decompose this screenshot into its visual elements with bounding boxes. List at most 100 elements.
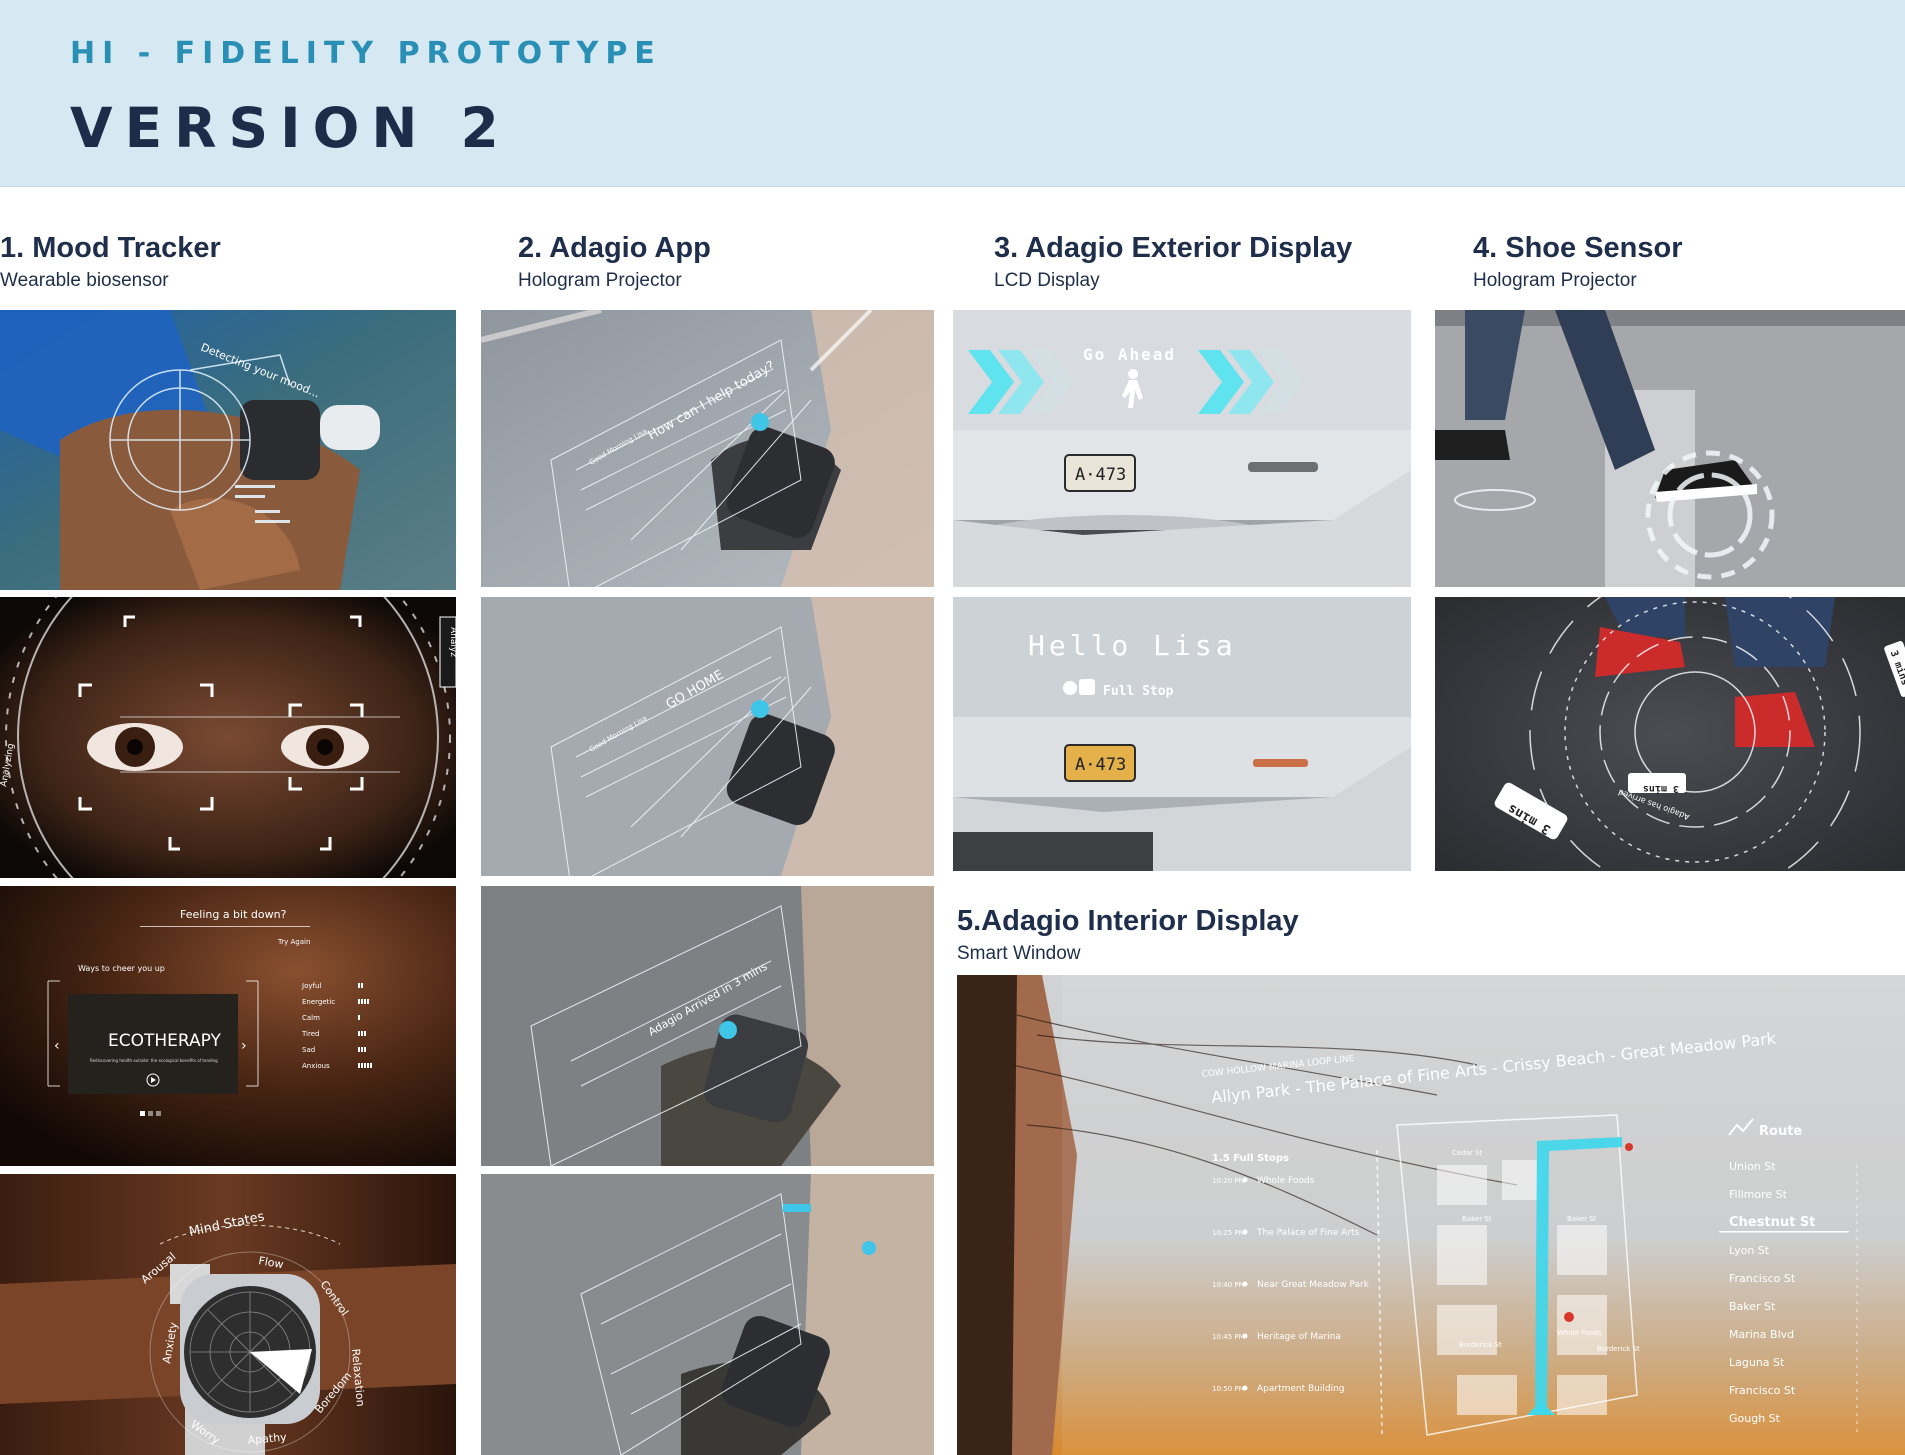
mood-bar: [358, 1031, 360, 1036]
stop-dot: [1242, 1385, 1248, 1391]
mood-item-energetic: Energetic: [302, 998, 335, 1006]
go-ahead-text: Go Ahead: [1083, 345, 1176, 364]
chevron-left-icon[interactable]: ‹: [54, 1038, 60, 1054]
stop-dot: [1242, 1281, 1248, 1287]
mood-item-joyful: Joyful: [301, 982, 321, 990]
location-pin-icon: [751, 413, 769, 431]
header-eyebrow: HI - FIDELITY PROTOTYPE: [70, 36, 662, 71]
mood-item-anxious: Anxious: [302, 1062, 330, 1070]
mood-item-calm: Calm: [302, 1014, 320, 1022]
street-item: Francisco St: [1729, 1384, 1796, 1397]
map-label: Borderick St: [1597, 1345, 1640, 1353]
shoe-sensor-title: 4. Shoe Sensor: [1473, 232, 1683, 264]
stop-name: Heritage of Marina: [1257, 1332, 1341, 1342]
mood-bar: [361, 1031, 363, 1036]
mood-panel-mind-states: Mind States Arousal Flow Control Relaxation…: [0, 1174, 456, 1455]
street-item: Marina Blvd: [1729, 1328, 1794, 1341]
stop-dot: [1242, 1177, 1248, 1183]
exterior-display-title: 3. Adagio Exterior Display: [994, 232, 1353, 264]
street-item: Lyon St: [1729, 1244, 1770, 1257]
mood-bar: [358, 983, 360, 988]
ways-label: Ways to cheer you up: [78, 964, 165, 973]
stop-name: The Palace of Fine Arts: [1256, 1228, 1360, 1238]
mood-bar: [361, 999, 363, 1004]
try-again-button[interactable]: Try Again: [277, 938, 310, 946]
full-stop-text: Full Stop: [1103, 684, 1174, 699]
mood-bar: [364, 999, 366, 1004]
mood-bar: [361, 1047, 363, 1052]
map-label: Baker St: [1567, 1215, 1597, 1223]
stop-time: 10:40 PM: [1212, 1281, 1245, 1289]
stop-time: 10:20 PM: [1212, 1177, 1245, 1185]
exterior-panel-go-ahead: Go Ahead A·473: [953, 310, 1411, 587]
chevron-right-icon[interactable]: ›: [241, 1038, 247, 1054]
mood-bar: [358, 1047, 360, 1052]
mood-bar: [370, 1063, 372, 1068]
mood-tracker-subtitle: Wearable biosensor: [0, 270, 169, 291]
map-label: Borderick St: [1459, 1341, 1502, 1349]
svg-text:3 mins: 3 mins: [1643, 783, 1679, 795]
ecotherapy-card-sub: Rediscovering health outside: the ecolog…: [90, 1058, 218, 1063]
page-title: VERSION 2: [70, 96, 511, 160]
mood-tracker-title: 1. Mood Tracker: [0, 232, 221, 264]
mood-panel-suggestions: Feeling a bit down? Try Again Ways to ch…: [0, 886, 456, 1166]
watch-shape: [240, 400, 320, 480]
stops-header: 1.5 Full Stops: [1212, 1153, 1289, 1164]
street-item: Laguna St: [1729, 1356, 1785, 1369]
stop-name: Whole Foods: [1257, 1176, 1315, 1186]
stop-dot: [1242, 1333, 1248, 1339]
active-street-underline: [1719, 1231, 1849, 1233]
mood-bar: [361, 1063, 363, 1068]
adagio-app-subtitle: Hologram Projector: [518, 270, 682, 291]
route-title: Route: [1759, 1124, 1802, 1139]
mood-item-tired: Tired: [301, 1030, 319, 1038]
mood-bar: [364, 1063, 366, 1068]
mood-item-sad: Sad: [302, 1046, 315, 1054]
shoe-panel-arrival: 3 mins 3 mins 3 mins Adagio has arrived: [1435, 597, 1905, 871]
app-panel-greeting: How can I help today? Good Morning Lisa: [481, 310, 934, 587]
feeling-down-question: Feeling a bit down?: [180, 908, 287, 921]
mood-bar: [361, 983, 363, 988]
street-item: Union St: [1729, 1160, 1776, 1173]
street-item: Francisco St: [1729, 1272, 1796, 1285]
mood-bar: [364, 1047, 366, 1052]
street-item: Gough St: [1729, 1412, 1781, 1425]
exterior-panel-hello: Hello Lisa Full Stop A·473: [953, 597, 1411, 871]
mood-bar: [358, 1063, 360, 1068]
app-panel-go-home: GO HOME Good Morning Lisa: [481, 597, 934, 876]
street-item: Baker St: [1729, 1300, 1776, 1313]
stop-time: 10:45 PM: [1212, 1333, 1245, 1341]
license-plate-1: A·473: [1075, 465, 1126, 485]
mood-bar: [358, 1015, 360, 1020]
map-label: Cedar St: [1452, 1149, 1482, 1157]
stop-time: 10:25 PM: [1212, 1229, 1245, 1237]
mood-bar: [358, 999, 360, 1004]
stop-time: 10:50 PM: [1212, 1385, 1245, 1393]
exterior-display-subtitle: LCD Display: [994, 270, 1100, 291]
eta-badge-small: 3 mins: [1628, 773, 1686, 795]
stop-dot: [1242, 1229, 1248, 1235]
hello-lisa-text: Hello Lisa: [1028, 629, 1237, 662]
ecotherapy-card-title[interactable]: ECOTHERAPY: [108, 1031, 222, 1051]
destination-pin-icon: [1625, 1143, 1633, 1151]
app-panel-arrival: Adagio Arrived in 3 mins: [481, 886, 934, 1166]
street-item: Chestnut St: [1729, 1215, 1815, 1230]
whole-foods-pin-icon: [1564, 1312, 1574, 1322]
map-label: Baker St: [1462, 1215, 1492, 1223]
mood-bar: [364, 1031, 366, 1036]
street-item: Fillmore St: [1729, 1188, 1788, 1201]
map-label: Whole Foods: [1557, 1329, 1602, 1337]
interior-display-title: 5.Adagio Interior Display: [957, 905, 1299, 937]
mood-bar: [367, 1063, 369, 1068]
location-pin-icon-4: [862, 1241, 876, 1255]
interior-display-subtitle: Smart Window: [957, 943, 1081, 964]
license-plate-2: A·473: [1075, 755, 1126, 775]
analyzing-label-right: Analyz: [448, 627, 456, 657]
page-header: HI - FIDELITY PROTOTYPE VERSION 2: [0, 0, 1905, 187]
app-panel-map: [481, 1174, 934, 1455]
stop-name: Apartment Building: [1257, 1384, 1345, 1394]
mood-bar: [367, 999, 369, 1004]
location-pin-icon-2: [751, 700, 769, 718]
mood-panel-eye-scan: Analyz Analyzing: [0, 597, 456, 878]
shoe-panel-crosswalk: [1435, 310, 1905, 587]
